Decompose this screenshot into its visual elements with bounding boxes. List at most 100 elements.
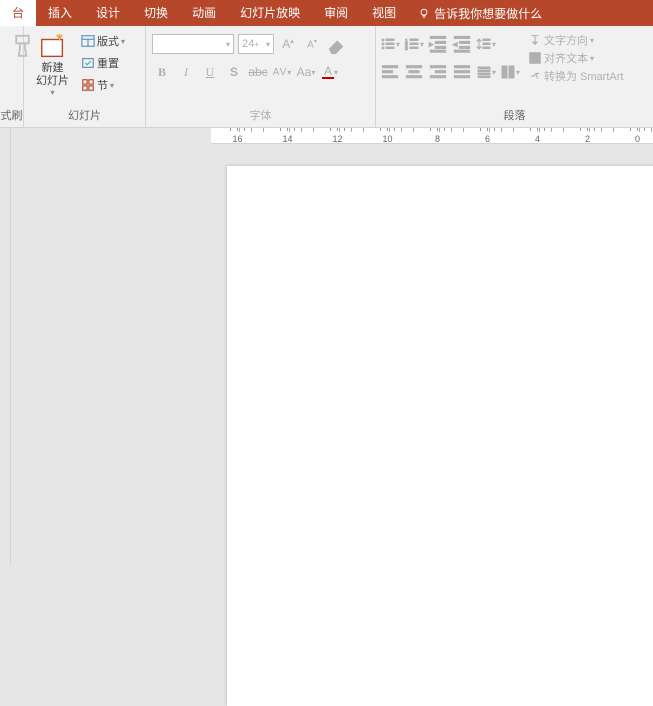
- chevron-down-icon: ▾: [590, 54, 594, 63]
- para-row-2: ▾ ▾: [380, 60, 520, 84]
- section-button[interactable]: 节 ▾: [79, 74, 116, 96]
- reset-button[interactable]: 重置: [79, 52, 121, 74]
- convert-smartart-button[interactable]: 转换为 SmartArt: [526, 68, 625, 84]
- align-right-button[interactable]: [428, 62, 448, 82]
- font-group-label: 字体: [146, 105, 375, 127]
- new-slide-button[interactable]: 新建 幻灯片 ▾: [32, 30, 73, 99]
- italic-button[interactable]: I: [176, 62, 196, 82]
- decrease-font-button[interactable]: A▾: [302, 34, 322, 54]
- chevron-down-icon: ▾: [590, 36, 594, 45]
- tab-active[interactable]: 台: [0, 0, 36, 26]
- group-paragraph: ▾ 123▾ ▾ ▾ ▾ 文字方向: [376, 26, 653, 127]
- ruler-tick: 14: [277, 128, 298, 144]
- bold-button[interactable]: B: [152, 62, 172, 82]
- tab-review[interactable]: 审阅: [312, 0, 360, 26]
- text-direction-icon: [528, 33, 542, 47]
- justify-button[interactable]: [452, 62, 472, 82]
- columns-icon: [500, 64, 516, 80]
- tab-slideshow[interactable]: 幻灯片放映: [228, 0, 312, 26]
- outdent-icon: [428, 34, 448, 54]
- tab-insert[interactable]: 插入: [36, 0, 84, 26]
- new-slide-icon: [38, 32, 68, 62]
- ruler-tick: 10: [377, 128, 398, 144]
- align-text-icon: [528, 51, 542, 65]
- layout-label: 版式: [97, 33, 119, 49]
- slide-editor[interactable]: 1614121086420: [11, 128, 653, 566]
- workspace: 1614121086420: [0, 128, 653, 566]
- slides-group-label: 幻灯片: [24, 105, 145, 127]
- numbering-icon: 123: [404, 36, 420, 52]
- change-case-button[interactable]: Aa▾: [296, 62, 316, 82]
- font-color-button[interactable]: A▾: [320, 62, 340, 82]
- tab-design[interactable]: 设计: [84, 0, 132, 26]
- chevron-down-icon: ▾: [110, 81, 114, 90]
- increase-indent-button[interactable]: [452, 34, 472, 54]
- group-slides: 新建 幻灯片 ▾ 版式 ▾ 重置 节 ▾: [24, 26, 146, 127]
- align-center-icon: [404, 62, 424, 82]
- line-spacing-button[interactable]: ▾: [476, 34, 496, 54]
- ruler-tick: 12: [327, 128, 348, 144]
- section-label: 节: [97, 77, 108, 93]
- group-font: ▾ 24+ ▾ A▴ A▾ B I U S abc AV▾ Aa▾: [146, 26, 376, 127]
- bulb-icon: [418, 7, 430, 19]
- eraser-icon: [326, 34, 346, 54]
- ruler-tick: 8: [427, 128, 448, 144]
- group-clipboard: 式刷: [0, 26, 24, 127]
- tab-animations[interactable]: 动画: [180, 0, 228, 26]
- ruler-tick: 2: [577, 128, 598, 144]
- align-left-icon: [380, 62, 400, 82]
- chevron-down-icon: ▾: [266, 40, 270, 49]
- justify-icon: [452, 62, 472, 82]
- chevron-down-icon: ▾: [50, 88, 54, 97]
- strikethrough-button[interactable]: abc: [248, 62, 268, 82]
- ruler-tick: 0: [627, 128, 648, 144]
- horizontal-ruler: 1614121086420: [211, 128, 653, 144]
- smartart-icon: [528, 69, 542, 83]
- increase-font-button[interactable]: A▴: [278, 34, 298, 54]
- reset-label: 重置: [97, 55, 119, 71]
- decrease-indent-button[interactable]: [428, 34, 448, 54]
- slide-canvas[interactable]: [227, 166, 653, 706]
- text-direction-button[interactable]: 文字方向 ▾: [526, 32, 625, 48]
- tell-me-search[interactable]: 告诉我你想要做什么: [408, 5, 552, 22]
- section-icon: [81, 78, 95, 92]
- align-center-button[interactable]: [404, 62, 424, 82]
- ribbon: 式刷 新建 幻灯片 ▾ 版式 ▾ 重置: [0, 26, 653, 128]
- paragraph-group-label: 段落: [376, 105, 653, 127]
- font-size-value: 24: [242, 38, 254, 50]
- indent-icon: [452, 34, 472, 54]
- ribbon-tabs: 台 插入 设计 切换 动画 幻灯片放映 审阅 视图 告诉我你想要做什么: [0, 0, 653, 26]
- bullets-icon: [380, 36, 396, 52]
- columns-button[interactable]: ▾: [500, 62, 520, 82]
- chevron-down-icon: ▾: [226, 40, 230, 49]
- clipboard-group-label: 式刷: [0, 105, 23, 127]
- align-text-label: 对齐文本: [544, 50, 588, 66]
- ruler-tick: 6: [477, 128, 498, 144]
- align-right-icon: [428, 62, 448, 82]
- layout-button[interactable]: 版式 ▾: [79, 30, 127, 52]
- convert-smartart-label: 转换为 SmartArt: [544, 68, 623, 84]
- font-name-combo[interactable]: ▾: [152, 34, 234, 54]
- char-spacing-button[interactable]: AV▾: [272, 62, 292, 82]
- slide-thumbnail-panel[interactable]: [0, 128, 11, 566]
- tab-transitions[interactable]: 切换: [132, 0, 180, 26]
- line-spacing-icon: [476, 36, 492, 52]
- shadow-button[interactable]: S: [224, 62, 244, 82]
- tell-me-label: 告诉我你想要做什么: [434, 5, 542, 22]
- tab-view[interactable]: 视图: [360, 0, 408, 26]
- clear-formatting-button[interactable]: [326, 34, 346, 54]
- distribute-button[interactable]: ▾: [476, 62, 496, 82]
- align-text-button[interactable]: 对齐文本 ▾: [526, 50, 625, 66]
- para-row-1: ▾ 123▾ ▾: [380, 32, 520, 56]
- underline-button[interactable]: U: [200, 62, 220, 82]
- font-row-2: B I U S abc AV▾ Aa▾ A▾: [152, 60, 340, 84]
- bullets-button[interactable]: ▾: [380, 34, 400, 54]
- align-left-button[interactable]: [380, 62, 400, 82]
- font-size-combo[interactable]: 24+ ▾: [238, 34, 274, 54]
- numbering-button[interactable]: 123▾: [404, 34, 424, 54]
- chevron-down-icon: ▾: [121, 37, 125, 46]
- layout-icon: [81, 34, 95, 48]
- ruler-tick: 4: [527, 128, 548, 144]
- distribute-icon: [476, 64, 492, 80]
- svg-text:3: 3: [405, 46, 408, 52]
